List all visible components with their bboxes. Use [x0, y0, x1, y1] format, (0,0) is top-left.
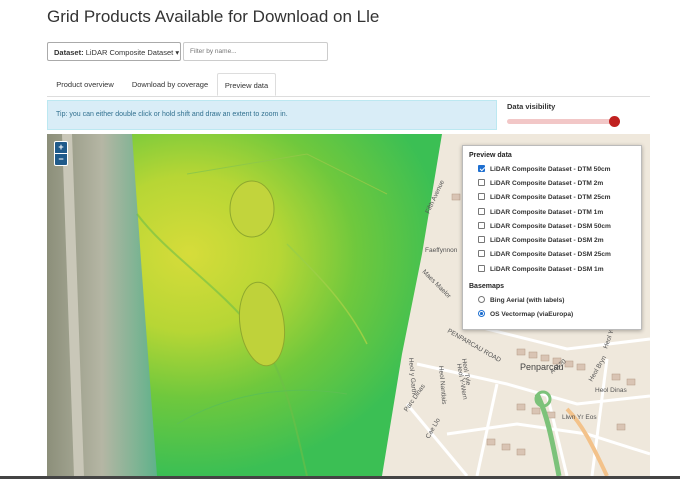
checkbox-icon[interactable]: [478, 250, 485, 257]
layer-label: LiDAR Composite Dataset - DTM 1m: [490, 209, 604, 216]
map-label-heol-dinas: Heol Dinas: [595, 387, 628, 394]
radio-selected-icon[interactable]: [478, 310, 485, 317]
basemap-label: OS Vectormap (viaEuropa): [490, 311, 574, 318]
layer-item[interactable]: LiDAR Composite Dataset - DTM 1m: [478, 207, 603, 219]
checkbox-icon[interactable]: [478, 193, 485, 200]
zoom-out-button[interactable]: −: [55, 153, 67, 165]
basemap-item[interactable]: OS Vectormap (viaEuropa): [478, 309, 573, 321]
layer-item[interactable]: LiDAR Composite Dataset - DTM 50cm: [478, 164, 611, 176]
dataset-prefix: Dataset:: [54, 48, 84, 57]
tab-bar: Product overview Download by coverage Pr…: [47, 73, 650, 97]
tab-preview-data[interactable]: Preview data: [217, 73, 276, 96]
page-title: Grid Products Available for Download on …: [47, 7, 380, 26]
dataset-dropdown[interactable]: Dataset: LiDAR Composite Dataset ▾: [47, 42, 181, 61]
checkbox-icon[interactable]: [478, 265, 485, 272]
tab-product-overview[interactable]: Product overview: [47, 73, 123, 96]
tab-download-by-coverage[interactable]: Download by coverage: [124, 73, 216, 96]
layer-label: LiDAR Composite Dataset - DSM 25cm: [490, 251, 611, 258]
layer-label: LiDAR Composite Dataset - DSM 2m: [490, 237, 604, 244]
basemaps-heading: Basemaps: [469, 283, 505, 290]
layer-label: LiDAR Composite Dataset - DTM 25cm: [490, 194, 611, 201]
radio-icon[interactable]: [478, 296, 485, 303]
checkbox-icon[interactable]: [478, 208, 485, 215]
chevron-down-icon: ▾: [175, 48, 180, 57]
visibility-label: Data visibility: [507, 102, 556, 111]
layer-label: LiDAR Composite Dataset - DTM 2m: [490, 180, 604, 187]
layer-item[interactable]: LiDAR Composite Dataset - DSM 1m: [478, 264, 604, 276]
visibility-slider-track[interactable]: [507, 119, 617, 124]
visibility-slider-thumb[interactable]: [609, 116, 620, 127]
filter-input[interactable]: [183, 42, 328, 61]
layer-item[interactable]: LiDAR Composite Dataset - DSM 50cm: [478, 221, 611, 233]
layer-item[interactable]: LiDAR Composite Dataset - DTM 2m: [478, 178, 603, 190]
preview-data-panel: Preview data LiDAR Composite Dataset - D…: [462, 145, 642, 330]
zoom-in-button[interactable]: +: [55, 142, 67, 153]
checkbox-checked-icon[interactable]: [478, 165, 485, 172]
basemap-label: Bing Aerial (with labels): [490, 297, 565, 304]
layer-item[interactable]: LiDAR Composite Dataset - DTM 25cm: [478, 192, 611, 204]
checkbox-icon[interactable]: [478, 179, 485, 186]
layer-item[interactable]: LiDAR Composite Dataset - DSM 25cm: [478, 249, 611, 261]
layer-label: LiDAR Composite Dataset - DSM 50cm: [490, 223, 611, 230]
layer-label: LiDAR Composite Dataset - DTM 50cm: [490, 166, 611, 173]
zoom-control: + −: [54, 141, 68, 166]
basemap-item[interactable]: Bing Aerial (with labels): [478, 295, 565, 307]
tip-alert: Tip: you can either double click or hold…: [47, 100, 497, 130]
layer-label: LiDAR Composite Dataset - DSM 1m: [490, 266, 604, 273]
checkbox-icon[interactable]: [478, 222, 485, 229]
dataset-value: LiDAR Composite Dataset: [85, 48, 174, 57]
map-label-llwn-yr-eos: Llwn Yr Eos: [562, 414, 597, 421]
preview-data-heading: Preview data: [469, 152, 512, 159]
map-label-faeffynnon: Faeffynnon: [425, 247, 458, 254]
layer-item[interactable]: LiDAR Composite Dataset - DSM 2m: [478, 235, 604, 247]
checkbox-icon[interactable]: [478, 236, 485, 243]
